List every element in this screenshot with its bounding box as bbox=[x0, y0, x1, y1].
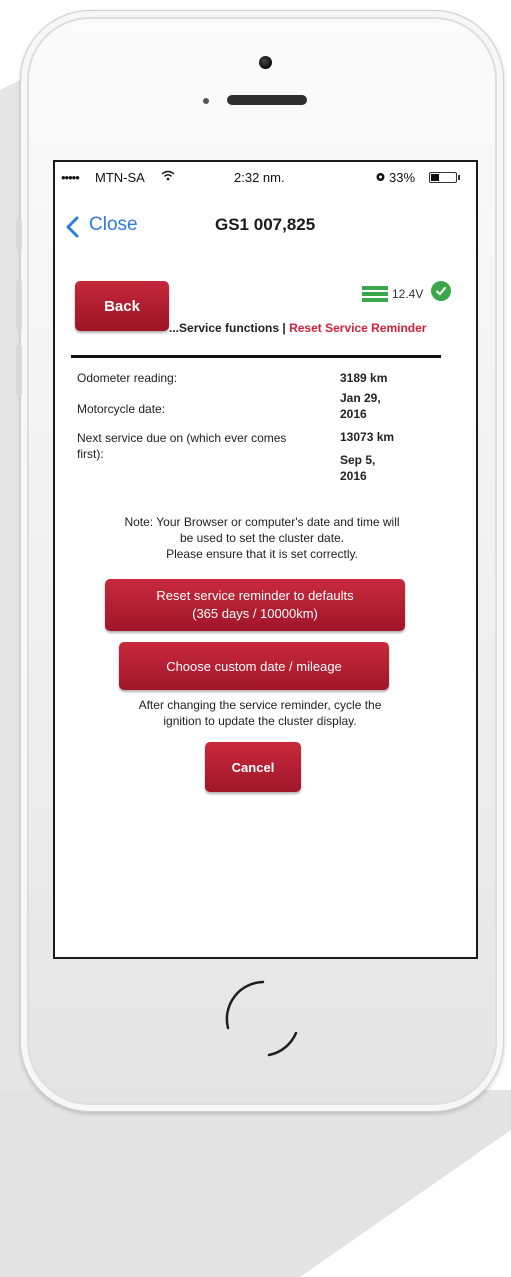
date-note: Note: Your Browser or computer's date an… bbox=[67, 514, 457, 562]
date-note-line1: Note: Your Browser or computer's date an… bbox=[124, 515, 400, 529]
chevron-left-icon[interactable] bbox=[65, 216, 79, 238]
battery-nub bbox=[458, 175, 460, 180]
status-bar: ••••• MTN-SA 2:32 nm. 33% bbox=[55, 162, 476, 192]
breadcrumb: ...Service functions | Reset Service Rem… bbox=[169, 321, 426, 335]
custom-date-mileage-button[interactable]: Choose custom date / mileage bbox=[119, 642, 389, 690]
back-button[interactable]: Back bbox=[75, 281, 169, 331]
nav-title: GS1 007,825 bbox=[215, 215, 316, 234]
battery-percent: 33% bbox=[389, 170, 416, 185]
odometer-value: 3189 km bbox=[340, 371, 388, 385]
wifi-icon bbox=[161, 170, 175, 184]
next-service-date-line2: 2016 bbox=[340, 469, 367, 483]
motorcycle-date-label: Motorcycle date: bbox=[77, 402, 166, 416]
battery-status-icon bbox=[362, 286, 388, 302]
reset-defaults-label-line2: (365 days / 10000km) bbox=[192, 606, 318, 621]
battery-icon bbox=[429, 172, 457, 183]
reset-defaults-button[interactable]: Reset service reminder to defaults (365 … bbox=[105, 579, 405, 631]
volume-down-button bbox=[16, 345, 22, 395]
home-button[interactable] bbox=[221, 978, 303, 1060]
motorcycle-date-value-line2: 2016 bbox=[340, 407, 367, 421]
after-change-note-line2: ignition to update the cluster display. bbox=[163, 714, 357, 728]
next-service-label-line1: Next service due on (which ever comes bbox=[77, 431, 287, 445]
breadcrumb-current-page: Reset Service Reminder bbox=[289, 321, 427, 335]
breadcrumb-ellipsis: ... bbox=[169, 321, 180, 335]
navigation-bar: Close GS1 007,825 bbox=[55, 202, 476, 246]
cancel-button[interactable]: Cancel bbox=[205, 742, 301, 792]
mute-switch bbox=[16, 220, 22, 250]
date-note-line3: Please ensure that it is set correctly. bbox=[166, 547, 358, 561]
alarm-icon bbox=[375, 171, 386, 185]
breadcrumb-service-functions[interactable]: Service functions bbox=[179, 321, 279, 335]
next-service-date-line1: Sep 5, bbox=[340, 453, 376, 467]
next-service-label: Next service due on (which ever comes fi… bbox=[77, 430, 286, 462]
proximity-sensor bbox=[203, 98, 209, 104]
next-service-date: Sep 5, 2016 bbox=[340, 452, 375, 484]
next-service-label-line2: first): bbox=[77, 447, 104, 461]
reset-defaults-label-line1: Reset service reminder to defaults bbox=[156, 588, 354, 603]
breadcrumb-separator: | bbox=[279, 321, 290, 335]
voltage-reading: 12.4V bbox=[392, 287, 424, 301]
odometer-label: Odometer reading: bbox=[77, 371, 178, 385]
check-circle-icon bbox=[431, 281, 451, 301]
after-change-note: After changing the service reminder, cyc… bbox=[75, 697, 445, 729]
date-note-line2: be used to set the cluster date. bbox=[179, 531, 345, 545]
carrier-name: MTN-SA bbox=[95, 170, 145, 185]
status-time: 2:32 nm. bbox=[234, 170, 285, 185]
next-service-km: 13073 km bbox=[340, 430, 395, 444]
battery-fill bbox=[431, 174, 439, 181]
phone-screen: ••••• MTN-SA 2:32 nm. 33% Close GS1 007,… bbox=[53, 160, 478, 959]
volume-up-button bbox=[16, 280, 22, 330]
earpiece-speaker bbox=[227, 95, 307, 105]
signal-strength: ••••• bbox=[61, 170, 80, 185]
front-camera bbox=[259, 56, 272, 69]
motorcycle-date-value: Jan 29, 2016 bbox=[340, 390, 381, 422]
motorcycle-date-value-line1: Jan 29, bbox=[340, 391, 381, 405]
header-divider bbox=[71, 355, 441, 358]
after-change-note-line1: After changing the service reminder, cyc… bbox=[138, 698, 382, 712]
close-button[interactable]: Close bbox=[89, 214, 138, 236]
